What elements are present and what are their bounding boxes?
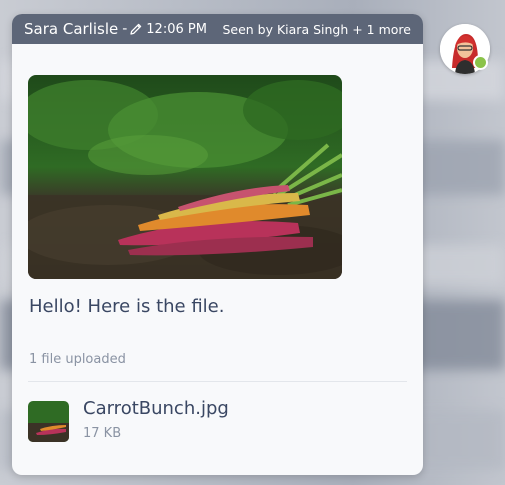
divider — [28, 381, 407, 382]
file-attachment[interactable]: CarrotBunch.jpg 17 KB — [28, 398, 388, 446]
chat-message-card: Sara Carlisle - 12:06 PM Seen by Kiara S… — [12, 14, 423, 475]
pencil-icon — [129, 22, 143, 36]
file-size: 17 KB — [83, 426, 122, 441]
header-separator: - — [122, 21, 128, 37]
seen-by-status[interactable]: Seen by Kiara Singh + 1 more — [222, 22, 411, 37]
upload-count: 1 file uploaded — [29, 352, 126, 367]
message-text: Hello! Here is the file. — [29, 296, 225, 317]
sender-avatar[interactable] — [440, 24, 490, 74]
file-name[interactable]: CarrotBunch.jpg — [83, 398, 229, 419]
message-header: Sara Carlisle - 12:06 PM Seen by Kiara S… — [12, 14, 423, 44]
attached-image-preview[interactable] — [28, 75, 342, 279]
online-status-dot — [473, 55, 488, 70]
sender-name[interactable]: Sara Carlisle — [24, 20, 118, 38]
message-time: 12:06 PM — [146, 21, 207, 37]
file-thumbnail[interactable] — [28, 401, 69, 442]
